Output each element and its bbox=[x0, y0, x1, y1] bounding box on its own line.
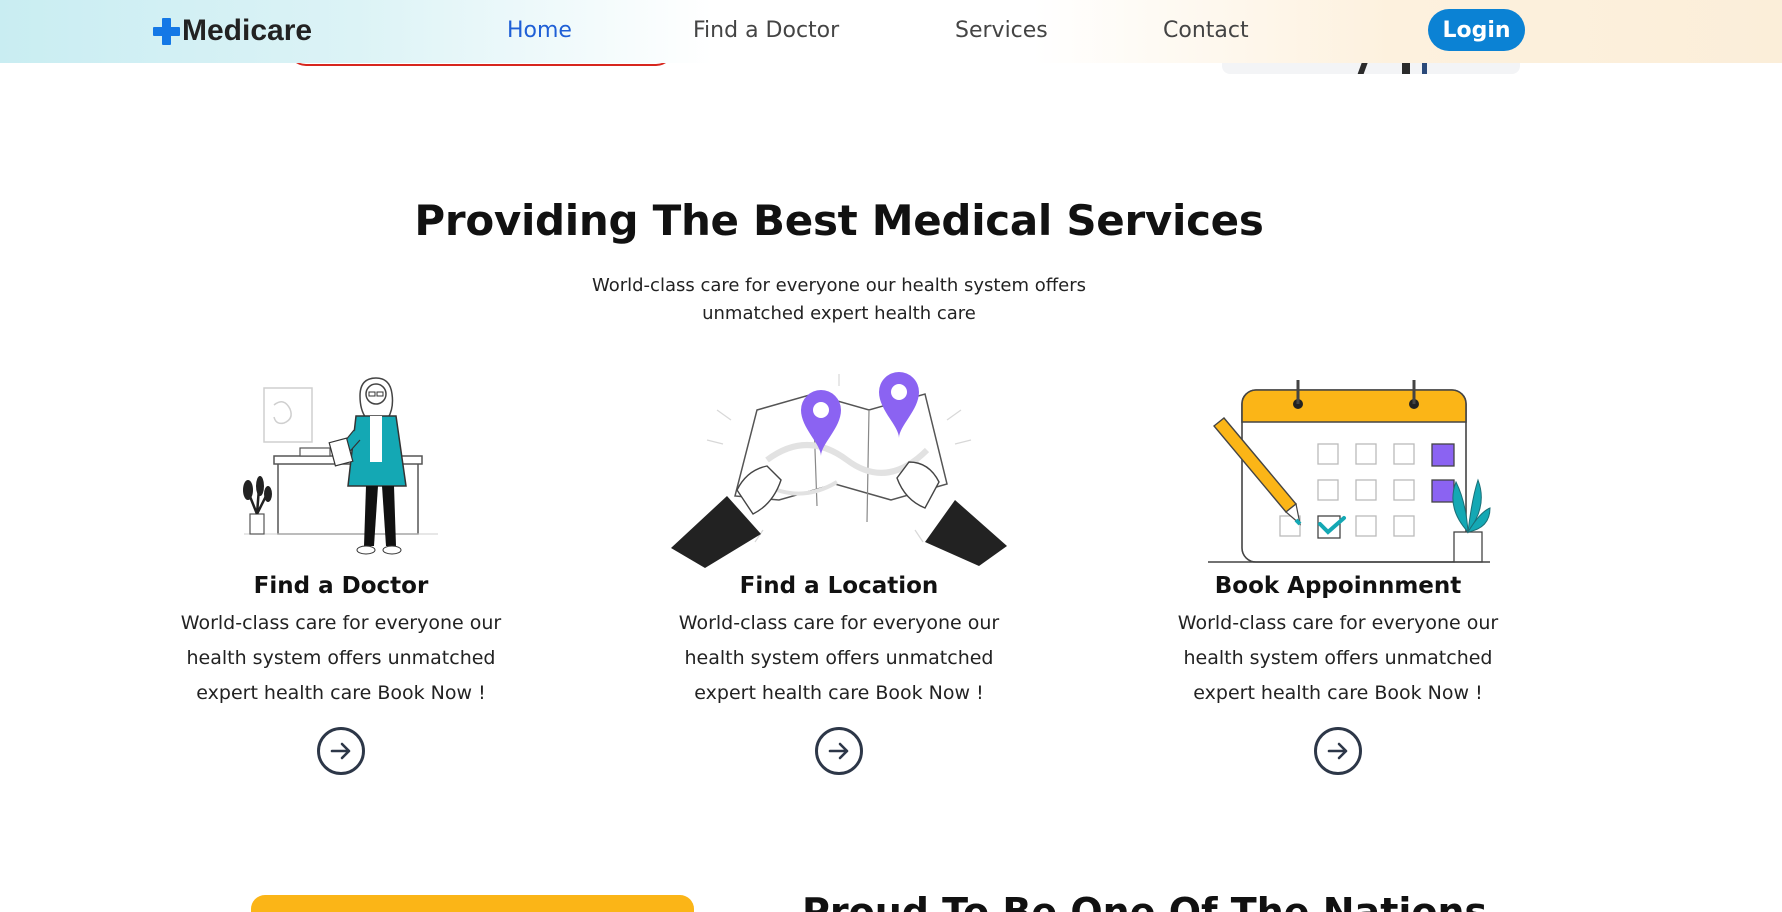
nav-link-home[interactable]: Home bbox=[507, 14, 572, 48]
nav-link-contact[interactable]: Contact bbox=[1163, 14, 1249, 48]
card-description: World-class care for everyone our health… bbox=[180, 612, 502, 704]
arrow-right-icon bbox=[828, 742, 849, 760]
next-section-heading: Proud To Be One Of The Nations bbox=[802, 890, 1488, 912]
service-card-find-location: Find a Location World-class care for eve… bbox=[649, 370, 1029, 775]
card-title: Book Appoinnment bbox=[1214, 573, 1462, 599]
card-description: World-class care for everyone our health… bbox=[1177, 612, 1499, 704]
card-title: Find a Doctor bbox=[253, 573, 429, 599]
section-subtitle: World-class care for everyone our health… bbox=[591, 275, 1087, 324]
service-card-book-appointment: Book Appoinnment World-class care for ev… bbox=[1148, 370, 1528, 775]
login-button[interactable]: Login bbox=[1428, 9, 1525, 51]
doctor-illustration-icon bbox=[243, 377, 438, 555]
calendar-illustration-icon bbox=[1208, 380, 1491, 563]
card-description: World-class care for everyone our health… bbox=[678, 612, 1000, 704]
find-location-arrow-button[interactable] bbox=[815, 727, 863, 775]
section-title: Providing The Best Medical Services bbox=[414, 196, 1264, 245]
nav-link-find-a-doctor[interactable]: Find a Doctor bbox=[693, 14, 839, 48]
card-title: Find a Location bbox=[739, 573, 939, 599]
arrow-right-icon bbox=[1327, 742, 1348, 760]
map-illustration-icon bbox=[671, 372, 1007, 568]
service-card-find-doctor: Find a Doctor World-class care for every… bbox=[151, 370, 531, 775]
find-doctor-arrow-button[interactable] bbox=[317, 727, 365, 775]
arrow-right-icon bbox=[330, 742, 351, 760]
nav-link-services[interactable]: Services bbox=[955, 14, 1048, 48]
next-section-image-block bbox=[251, 895, 694, 912]
page: Medicare Home Find a Doctor Services Con… bbox=[0, 0, 1782, 912]
navbar: Medicare Home Find a Doctor Services Con… bbox=[0, 0, 1782, 63]
book-appointment-arrow-button[interactable] bbox=[1314, 727, 1362, 775]
